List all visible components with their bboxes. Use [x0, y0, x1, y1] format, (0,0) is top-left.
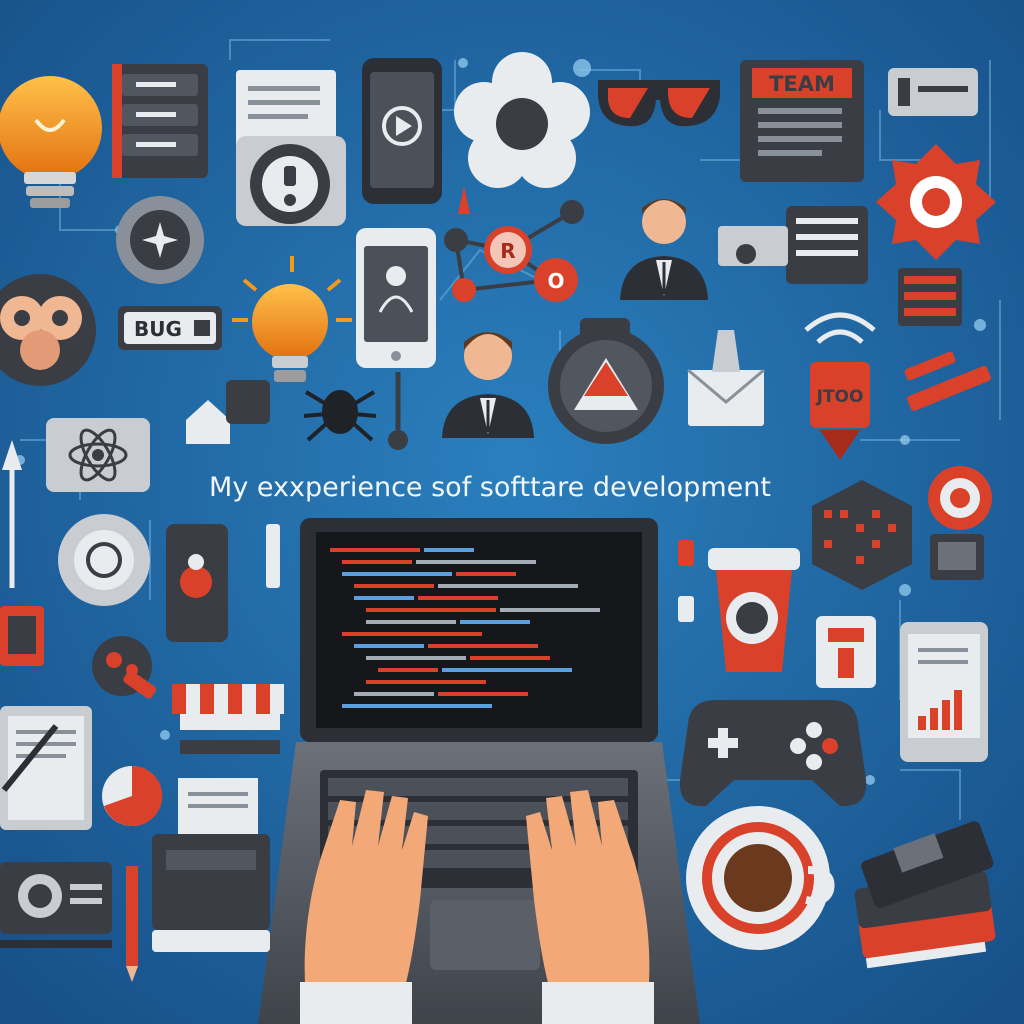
smartphone-play-icon	[362, 58, 442, 204]
pie-chart-icon	[102, 765, 163, 826]
slider-handle-icon	[266, 524, 280, 588]
stack-list-icon	[898, 268, 962, 326]
sign-label: JTOO	[816, 387, 864, 407]
online-store-icon	[172, 684, 284, 754]
keyboard-key-icon	[226, 380, 270, 424]
page-title: My exxperience sof softtare development	[209, 472, 771, 503]
server-rack-icon	[112, 64, 208, 178]
node-o-label: O	[547, 269, 564, 293]
spider-bug-icon	[303, 390, 377, 442]
illustration: TEAM BUG R O JTOO My exxperience sof sof…	[0, 0, 1024, 1024]
team-board: TEAM	[740, 60, 864, 182]
monitor-icon	[930, 534, 984, 580]
pencil-vertical-icon	[126, 866, 138, 982]
id-card-icon	[816, 616, 876, 688]
camera-gear-icon	[58, 514, 150, 606]
gear-icon	[876, 144, 996, 260]
node-r-label: R	[500, 239, 515, 263]
atom-module-icon	[46, 418, 150, 492]
mobile-record-icon	[166, 524, 228, 642]
bug-label: BUG	[134, 317, 182, 341]
trackpad	[430, 900, 540, 970]
contact-card-icon	[0, 606, 44, 666]
small-device-icon	[888, 68, 978, 116]
tablet-notes-icon	[0, 706, 92, 830]
smartphone-profile-icon	[356, 228, 436, 368]
tablet-chart-icon	[900, 622, 988, 762]
pizza-badge-icon	[928, 466, 992, 530]
software-development-icon-collage: TEAM BUG R O JTOO My exxperience sof sof…	[0, 0, 1024, 1024]
coffee-mug-icon	[686, 806, 835, 950]
settings-gear-icon	[116, 196, 204, 284]
document-camera-icon	[236, 70, 346, 226]
bug-badge: BUG	[118, 306, 222, 350]
team-label: TEAM	[769, 72, 835, 96]
